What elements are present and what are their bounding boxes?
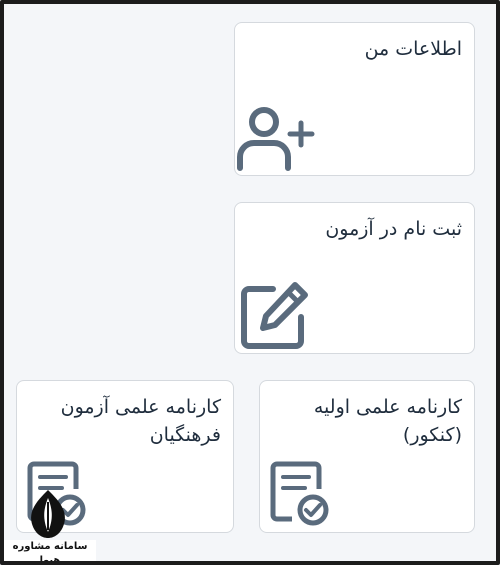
exam-registration-card[interactable]: ثبت نام در آزمون (234, 202, 475, 354)
konkur-report-card[interactable]: کارنامه علمی اولیه (کنکور) (259, 380, 475, 533)
my-information-title: اطلاعات من (364, 38, 462, 60)
exam-registration-title: ثبت نام در آزمون (325, 218, 462, 240)
hiva-watermark-text: سامانه مشاوره هیوا (4, 540, 96, 565)
hiva-watermark: سامانه مشاوره هیوا (4, 488, 96, 565)
user-plus-icon (235, 105, 317, 171)
konkur-report-title: کارنامه علمی اولیه (کنکور) (313, 396, 462, 446)
farhangian-report-title: کارنامه علمی آزمون فرهنگیان (60, 396, 221, 446)
edit-square-icon (239, 279, 311, 351)
my-information-card[interactable]: اطلاعات من (234, 22, 475, 176)
certificate-check-icon (270, 461, 332, 527)
hiva-logo-icon (24, 488, 72, 540)
